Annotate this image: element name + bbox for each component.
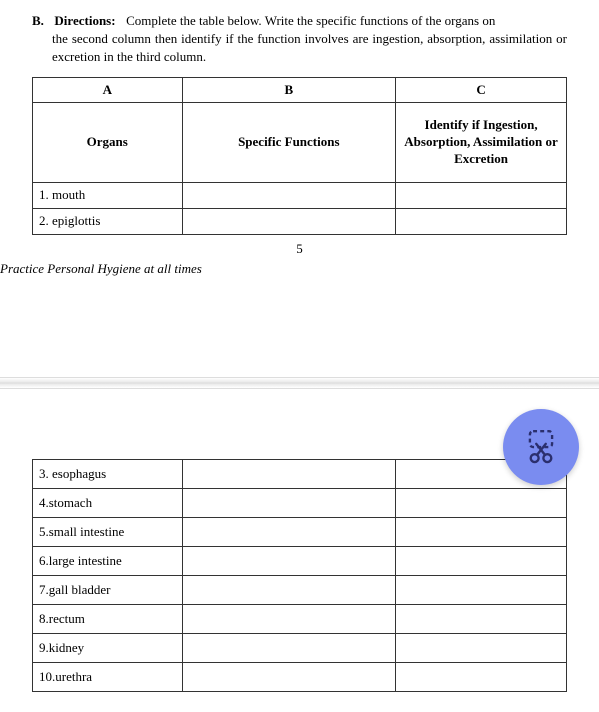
page-bottom: 3. esophagus 4.stomach 5.small intestine… [0, 389, 599, 712]
organ-cell: 2. epiglottis [33, 208, 183, 234]
directions-block: B. Directions: Complete the table below.… [32, 12, 567, 67]
type-cell[interactable] [396, 662, 567, 691]
organ-cell: 3. esophagus [33, 459, 183, 488]
directions-text-1: Complete the table below. Write the spec… [126, 13, 495, 28]
footer-note: Practice Personal Hygiene at all times [0, 257, 567, 277]
organ-cell: 6.large intestine [33, 546, 183, 575]
type-cell[interactable] [396, 546, 567, 575]
snip-tool-button[interactable] [503, 409, 579, 485]
type-cell[interactable] [396, 575, 567, 604]
organ-cell: 4.stomach [33, 488, 183, 517]
section-label: B. [32, 13, 44, 28]
col-header-organs: Organs [33, 102, 183, 182]
function-cell[interactable] [182, 517, 396, 546]
organ-cell: 9.kidney [33, 633, 183, 662]
directions-label: Directions: [54, 13, 115, 28]
directions-text-2: the second column then identify if the f… [32, 30, 567, 66]
type-cell[interactable] [396, 182, 567, 208]
table-row: 2. epiglottis [33, 208, 567, 234]
col-letter-c: C [396, 77, 567, 102]
col-header-functions: Specific Functions [182, 102, 396, 182]
table-row: 10.urethra [33, 662, 567, 691]
type-cell[interactable] [396, 208, 567, 234]
table-row: 8.rectum [33, 604, 567, 633]
table-row: 7.gall bladder [33, 575, 567, 604]
organ-cell: 7.gall bladder [33, 575, 183, 604]
function-cell[interactable] [182, 604, 396, 633]
function-cell[interactable] [182, 182, 396, 208]
organ-cell: 8.rectum [33, 604, 183, 633]
table-row: 4.stomach [33, 488, 567, 517]
organ-cell: 1. mouth [33, 182, 183, 208]
scissors-snip-icon [522, 428, 560, 466]
function-cell[interactable] [182, 488, 396, 517]
page-separator [0, 377, 599, 389]
function-cell[interactable] [182, 633, 396, 662]
type-cell[interactable] [396, 488, 567, 517]
function-cell[interactable] [182, 662, 396, 691]
page-number: 5 [32, 241, 567, 257]
col-letter-b: B [182, 77, 396, 102]
worksheet-table-bottom: 3. esophagus 4.stomach 5.small intestine… [32, 459, 567, 692]
function-cell[interactable] [182, 459, 396, 488]
function-cell[interactable] [182, 208, 396, 234]
type-cell[interactable] [396, 633, 567, 662]
function-cell[interactable] [182, 546, 396, 575]
page-gap [0, 287, 599, 377]
table-header-row: Organs Specific Functions Identify if In… [33, 102, 567, 182]
type-cell[interactable] [396, 604, 567, 633]
table-row: 6.large intestine [33, 546, 567, 575]
table-row: 9.kidney [33, 633, 567, 662]
page-top: B. Directions: Complete the table below.… [0, 0, 599, 287]
type-cell[interactable] [396, 517, 567, 546]
organ-cell: 5.small intestine [33, 517, 183, 546]
table-row: 3. esophagus [33, 459, 567, 488]
organ-cell: 10.urethra [33, 662, 183, 691]
function-cell[interactable] [182, 575, 396, 604]
table-letter-row: A B C [33, 77, 567, 102]
worksheet-table-top: A B C Organs Specific Functions Identify… [32, 77, 567, 235]
col-letter-a: A [33, 77, 183, 102]
col-header-identify: Identify if Ingestion, Absorption, Assim… [396, 102, 567, 182]
table-row: 5.small intestine [33, 517, 567, 546]
table-row: 1. mouth [33, 182, 567, 208]
